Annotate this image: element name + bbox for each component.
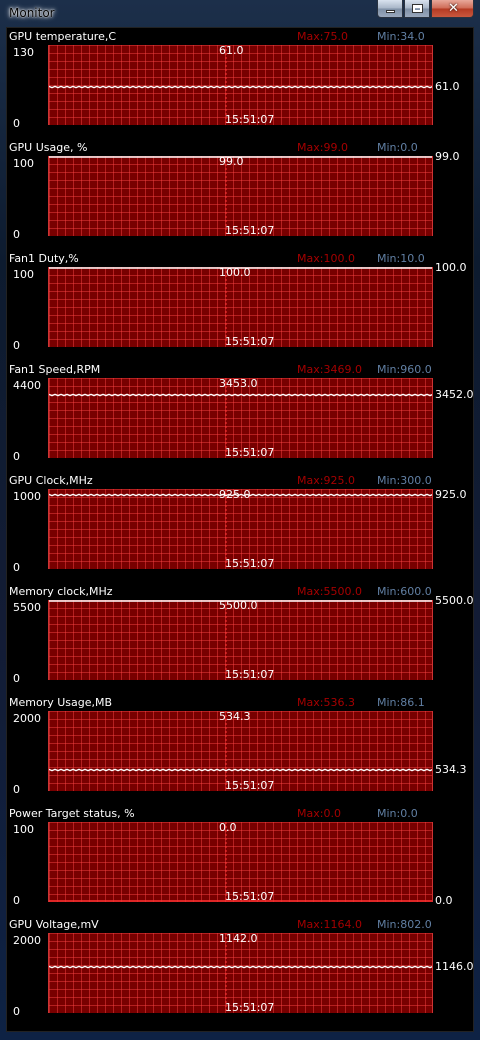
graph-max-value: Max:536.3: [297, 696, 355, 709]
graph-panel-9[interactable]: GPU Voltage,mV Max:1164.0 Min:802.0 2000…: [7, 916, 474, 1027]
graph-max-value: Max:925.0: [297, 474, 355, 487]
minimize-button[interactable]: [377, 0, 403, 18]
graph-scale-zero: 0: [13, 783, 20, 796]
graph-title: GPU Voltage,mV: [9, 918, 99, 931]
graph-cursor-value: 925.0: [219, 488, 251, 501]
graph-scale-top: 2000: [13, 712, 41, 725]
graph-cursor-time: 15:51:07: [225, 557, 275, 570]
graph-cursor-value: 3453.0: [219, 377, 258, 390]
graph-scale-top: 1000: [13, 490, 41, 503]
graph-title: Memory clock,MHz: [9, 585, 113, 598]
graph-min-value: Min:0.0: [377, 807, 418, 820]
graph-panel-1[interactable]: GPU temperature,C Max:75.0 Min:34.0 130 …: [7, 28, 473, 139]
graph-scale-zero: 0: [13, 561, 20, 574]
graph-cursor-time: 15:51:07: [225, 224, 275, 237]
graph-trace: [49, 85, 432, 89]
graph-min-value: Min:34.0: [377, 30, 425, 43]
graph-max-value: Max:5500.0: [297, 585, 362, 598]
graph-current-value: 100.0: [435, 261, 467, 274]
graph-max-value: Max:1164.0: [297, 918, 362, 931]
graph-max-value: Max:100.0: [297, 252, 355, 265]
graph-cursor-time: 15:51:07: [225, 668, 275, 681]
graph-panel-4[interactable]: Fan1 Speed,RPM Max:3469.0 Min:960.0 4400…: [7, 361, 474, 472]
graph-title: Power Target status, %: [9, 807, 135, 820]
graph-trace: [49, 768, 432, 772]
graph-scale-top: 130: [13, 46, 34, 59]
graph-title: GPU Clock,MHz: [9, 474, 93, 487]
graph-scale-zero: 0: [13, 672, 20, 685]
graph-panel-3[interactable]: Fan1 Duty,% Max:100.0 Min:10.0 100 0 100…: [7, 250, 473, 361]
graph-current-value: 925.0: [435, 488, 467, 501]
graph-cursor-value: 1142.0: [219, 932, 258, 945]
graph-current-value: 3452.0: [435, 388, 474, 401]
graph-title: Fan1 Duty,%: [9, 252, 79, 265]
graph-current-value: 5500.0: [435, 594, 474, 607]
graph-min-value: Min:10.0: [377, 252, 425, 265]
graph-trace: [49, 393, 432, 397]
graph-title: GPU temperature,C: [9, 30, 117, 43]
graph-scale-top: 100: [13, 823, 34, 836]
graph-cursor-time: 15:51:07: [225, 335, 275, 348]
graph-title: Memory Usage,MB: [9, 696, 113, 709]
graph-min-value: Min:600.0: [377, 585, 432, 598]
graph-current-value: 99.0: [435, 150, 460, 163]
graph-cursor-time: 15:51:07: [225, 113, 275, 126]
graph-cursor-value: 5500.0: [219, 599, 258, 612]
graph-current-value: 0.0: [435, 894, 453, 907]
graph-trace: [49, 965, 432, 969]
window-controls: ✕: [376, 0, 474, 20]
graph-panel-6[interactable]: Memory clock,MHz Max:5500.0 Min:600.0 55…: [7, 583, 474, 694]
graph-scale-zero: 0: [13, 1005, 20, 1018]
maximize-icon: [412, 4, 423, 13]
graph-max-value: Max:99.0: [297, 141, 348, 154]
graph-min-value: Min:802.0: [377, 918, 432, 931]
graph-cursor-time: 15:51:07: [225, 779, 275, 792]
graph-max-value: Max:3469.0: [297, 363, 362, 376]
minimize-icon: [386, 10, 395, 13]
graph-min-value: Min:300.0: [377, 474, 432, 487]
graph-scale-zero: 0: [13, 228, 20, 241]
graph-scale-zero: 0: [13, 894, 20, 907]
maximize-button[interactable]: [404, 0, 430, 18]
graph-cursor-value: 99.0: [219, 155, 244, 168]
graph-cursor-time: 15:51:07: [225, 446, 275, 459]
graph-max-value: Max:75.0: [297, 30, 348, 43]
close-icon: ✕: [448, 1, 459, 16]
graph-scale-top: 2000: [13, 934, 41, 947]
graph-cursor-time: 15:51:07: [225, 890, 275, 903]
graph-cursor-value: 61.0: [219, 44, 244, 57]
monitor-graph-area: GPU temperature,C Max:75.0 Min:34.0 130 …: [6, 27, 474, 1032]
close-button[interactable]: ✕: [431, 0, 474, 18]
graph-panel-2[interactable]: GPU Usage, % Max:99.0 Min:0.0 100 0 99.0…: [7, 139, 473, 250]
graph-scale-top: 100: [13, 157, 34, 170]
graph-scale-top: 100: [13, 268, 34, 281]
graph-current-value: 1146.0: [435, 960, 474, 973]
graph-cursor-value: 100.0: [219, 266, 251, 279]
graph-panel-8[interactable]: Power Target status, % Max:0.0 Min:0.0 1…: [7, 805, 473, 916]
graph-min-value: Min:0.0: [377, 141, 418, 154]
graph-cursor-value: 0.0: [219, 821, 237, 834]
graph-scale-zero: 0: [13, 339, 20, 352]
graph-cursor-time: 15:51:07: [225, 1001, 275, 1014]
graph-title: GPU Usage, %: [9, 141, 88, 154]
graph-min-value: Min:960.0: [377, 363, 432, 376]
graph-cursor-value: 534.3: [219, 710, 251, 723]
graph-panel-7[interactable]: Memory Usage,MB Max:536.3 Min:86.1 2000 …: [7, 694, 473, 805]
graph-scale-zero: 0: [13, 450, 20, 463]
graph-scale-top: 5500: [13, 601, 41, 614]
window-title: Monitor: [9, 6, 55, 20]
monitor-window: Monitor ✕ GPU temperature,C Max:75.0 Min…: [0, 0, 480, 1040]
graph-max-value: Max:0.0: [297, 807, 341, 820]
graph-current-value: 534.3: [435, 763, 467, 776]
graph-min-value: Min:86.1: [377, 696, 425, 709]
graph-title: Fan1 Speed,RPM: [9, 363, 101, 376]
title-bar[interactable]: Monitor ✕: [0, 0, 480, 26]
graph-scale-zero: 0: [13, 117, 20, 130]
graph-scale-top: 4400: [13, 379, 41, 392]
graph-current-value: 61.0: [435, 80, 460, 93]
graph-panel-5[interactable]: GPU Clock,MHz Max:925.0 Min:300.0 1000 0…: [7, 472, 473, 583]
